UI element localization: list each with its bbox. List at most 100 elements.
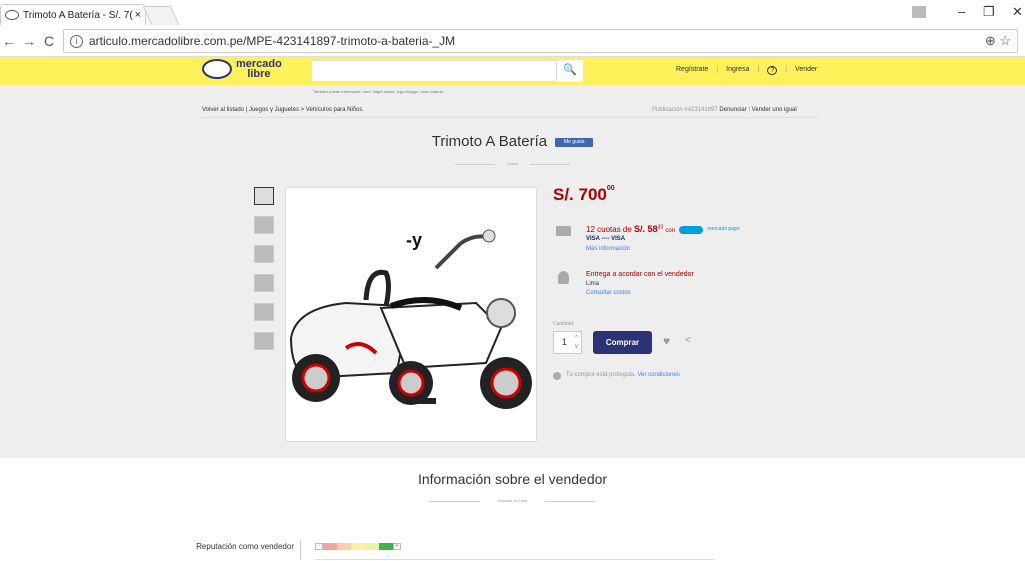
new-tab-button[interactable] — [142, 6, 180, 25]
shipping-costs-link[interactable]: Consultar costos — [586, 290, 631, 296]
thermometer-minus: - — [315, 543, 323, 550]
back-icon[interactable]: ← — [2, 33, 16, 49]
close-tab-icon[interactable]: × — [135, 9, 141, 21]
address-bar[interactable]: i articulo.mercadolibre.com.pe/MPE-42314… — [63, 29, 1018, 53]
delivery-info: Entrega a acordar con el vendedor — [586, 271, 694, 278]
report-link[interactable]: Denunciar — [719, 107, 746, 113]
info-icon[interactable]: i — [70, 34, 83, 48]
back-to-list-link[interactable]: Volver al listado — [202, 107, 244, 113]
protection-shield-icon — [553, 372, 561, 380]
price-cents: 00 — [606, 185, 615, 192]
help-icon[interactable]: ? — [767, 66, 778, 75]
nav-separator: | — [757, 66, 760, 73]
category-path-link[interactable]: Juegos y Juguetes > Vehículos para Niños — [249, 107, 363, 113]
publication-number: Publicación #423141897 — [652, 107, 718, 113]
mercadopago-label: mercado pago — [707, 226, 740, 233]
product-main-image[interactable]: -y — [285, 187, 537, 442]
product-title: Trimoto A Batería — [431, 133, 548, 150]
conditions-link[interactable]: Ver condiciones — [638, 372, 680, 378]
facebook-like-button[interactable]: Me gusta — [555, 137, 594, 147]
installments-prefix: 12 cuotas de — [586, 225, 632, 234]
thumbnail-5[interactable] — [254, 303, 274, 321]
url-text: articulo.mercadolibre.com.pe/MPE-4231418… — [89, 34, 456, 48]
installments-info: 12 cuotas de S/. 5833 con mercado pago — [586, 224, 739, 234]
register-link[interactable]: Regístrate — [676, 66, 708, 75]
nav-separator: | — [716, 66, 719, 73]
handshake-icon — [202, 59, 232, 79]
breadcrumb-divider — [202, 117, 819, 118]
product-title-row: Trimoto A Batería Me gusta — [0, 133, 1025, 150]
profile-icon[interactable] — [912, 6, 926, 18]
thumbnail-3[interactable] — [254, 245, 274, 263]
zoom-bookmark-icons[interactable]: ⊕ ☆ — [985, 33, 1011, 49]
quantity-stepper[interactable]: 1 ^ v — [553, 331, 582, 354]
share-icon[interactable]: < — [685, 335, 691, 346]
thumbnail-gallery — [254, 187, 274, 361]
mercadolibre-favicon-icon — [5, 10, 19, 20]
forward-icon[interactable]: → — [22, 33, 36, 49]
browser-toolbar: ← → C i articulo.mercadolibre.com.pe/MPE… — [0, 25, 1025, 57]
card-logos: VISA ---- VISA — [586, 236, 626, 242]
thumbnail-2[interactable] — [254, 216, 274, 234]
reputation-label: Reputación como vendedor — [196, 542, 294, 551]
search-input[interactable] — [311, 60, 583, 82]
credit-card-icon — [556, 226, 571, 236]
product-price: S/. 70000 — [553, 185, 615, 205]
tab-title: Trimoto A Batería - S/. 7( — [23, 9, 133, 21]
stepper-arrows-icon[interactable]: ^ v — [575, 334, 578, 352]
seller-location: Ubicado en Lima — [497, 498, 528, 503]
login-link[interactable]: Ingresa — [726, 66, 749, 75]
search-button[interactable]: 🔍 — [556, 60, 583, 82]
seller-title: Información sobre el vendedor — [417, 471, 608, 487]
seller-section: Información sobre el vendedor Ubicado en… — [0, 458, 1025, 561]
search-icon: 🔍 — [563, 64, 577, 76]
breadcrumb: Volver al listado | Juegos y Juguetes > … — [202, 107, 363, 113]
reputation-divider — [300, 540, 301, 560]
favorite-heart-icon[interactable]: ♥ — [663, 334, 670, 348]
delivery-location: Lima — [586, 281, 600, 287]
thumbnail-4[interactable] — [254, 274, 274, 292]
nav-separator: | — [785, 66, 788, 73]
price-main: S/. 700 — [553, 185, 607, 204]
product-page: También puede interesarte: merf, fidget … — [0, 85, 1025, 458]
pub-separator: | — [748, 107, 750, 113]
logo-line2: libre — [247, 68, 271, 80]
thumbnail-6[interactable] — [254, 332, 274, 350]
thermometer-level-5 — [379, 543, 393, 550]
condition-divider-right — [530, 164, 570, 165]
installment-cents: 33 — [657, 224, 664, 231]
publication-info: Publicación #423141897 Denunciar | Vende… — [652, 107, 797, 113]
buy-button[interactable]: Comprar — [593, 331, 652, 354]
quantity-label: Cantidad: — [553, 321, 575, 327]
trimoto-image: -y — [289, 229, 532, 409]
restore-icon[interactable]: ❐ — [983, 4, 995, 20]
mercadopago-logo-icon — [679, 225, 704, 234]
browser-tab-bar: Trimoto A Batería - S/. 7( × – ❐ ✕ — [0, 0, 1025, 25]
installments-with: con — [665, 228, 676, 234]
thermometer-level-2 — [337, 543, 351, 550]
quantity-value: 1 — [562, 337, 568, 347]
header-nav: Regístrate | Ingresa | ? | Vender — [676, 66, 817, 75]
mercadolibre-logo[interactable]: mercado libre — [202, 59, 282, 80]
thermometer-level-4 — [365, 543, 379, 550]
purchase-protection: Tu compra está protegida. Ver condicione… — [566, 372, 680, 378]
thermometer-level-3 — [351, 543, 365, 550]
site-header: mercado libre 🔍 Regístrate | Ingresa | ?… — [0, 57, 1025, 85]
search-suggestions[interactable]: También puede interesarte: merf, fidget … — [313, 89, 443, 94]
user-icon — [558, 271, 569, 284]
reload-icon[interactable]: C — [44, 33, 54, 49]
installment-amount: S/. 58 — [634, 224, 658, 234]
minimize-icon[interactable]: – — [958, 4, 965, 19]
thumbnail-1[interactable] — [254, 187, 274, 205]
sell-same-link[interactable]: Vender uno igual — [752, 107, 797, 113]
thermometer-plus: + — [393, 543, 401, 550]
thermometer-level-1 — [323, 543, 337, 550]
browser-tab[interactable]: Trimoto A Batería - S/. 7( × — [0, 4, 146, 25]
sell-link[interactable]: Vender — [795, 66, 817, 75]
close-window-icon[interactable]: ✕ — [1012, 4, 1023, 20]
reputation-baseline — [315, 559, 715, 560]
protection-text: Tu compra está protegida. — [566, 372, 636, 378]
more-info-link[interactable]: Más información — [586, 246, 630, 252]
product-condition: Nuevo — [506, 161, 519, 166]
logo-text: mercado libre — [236, 59, 282, 80]
